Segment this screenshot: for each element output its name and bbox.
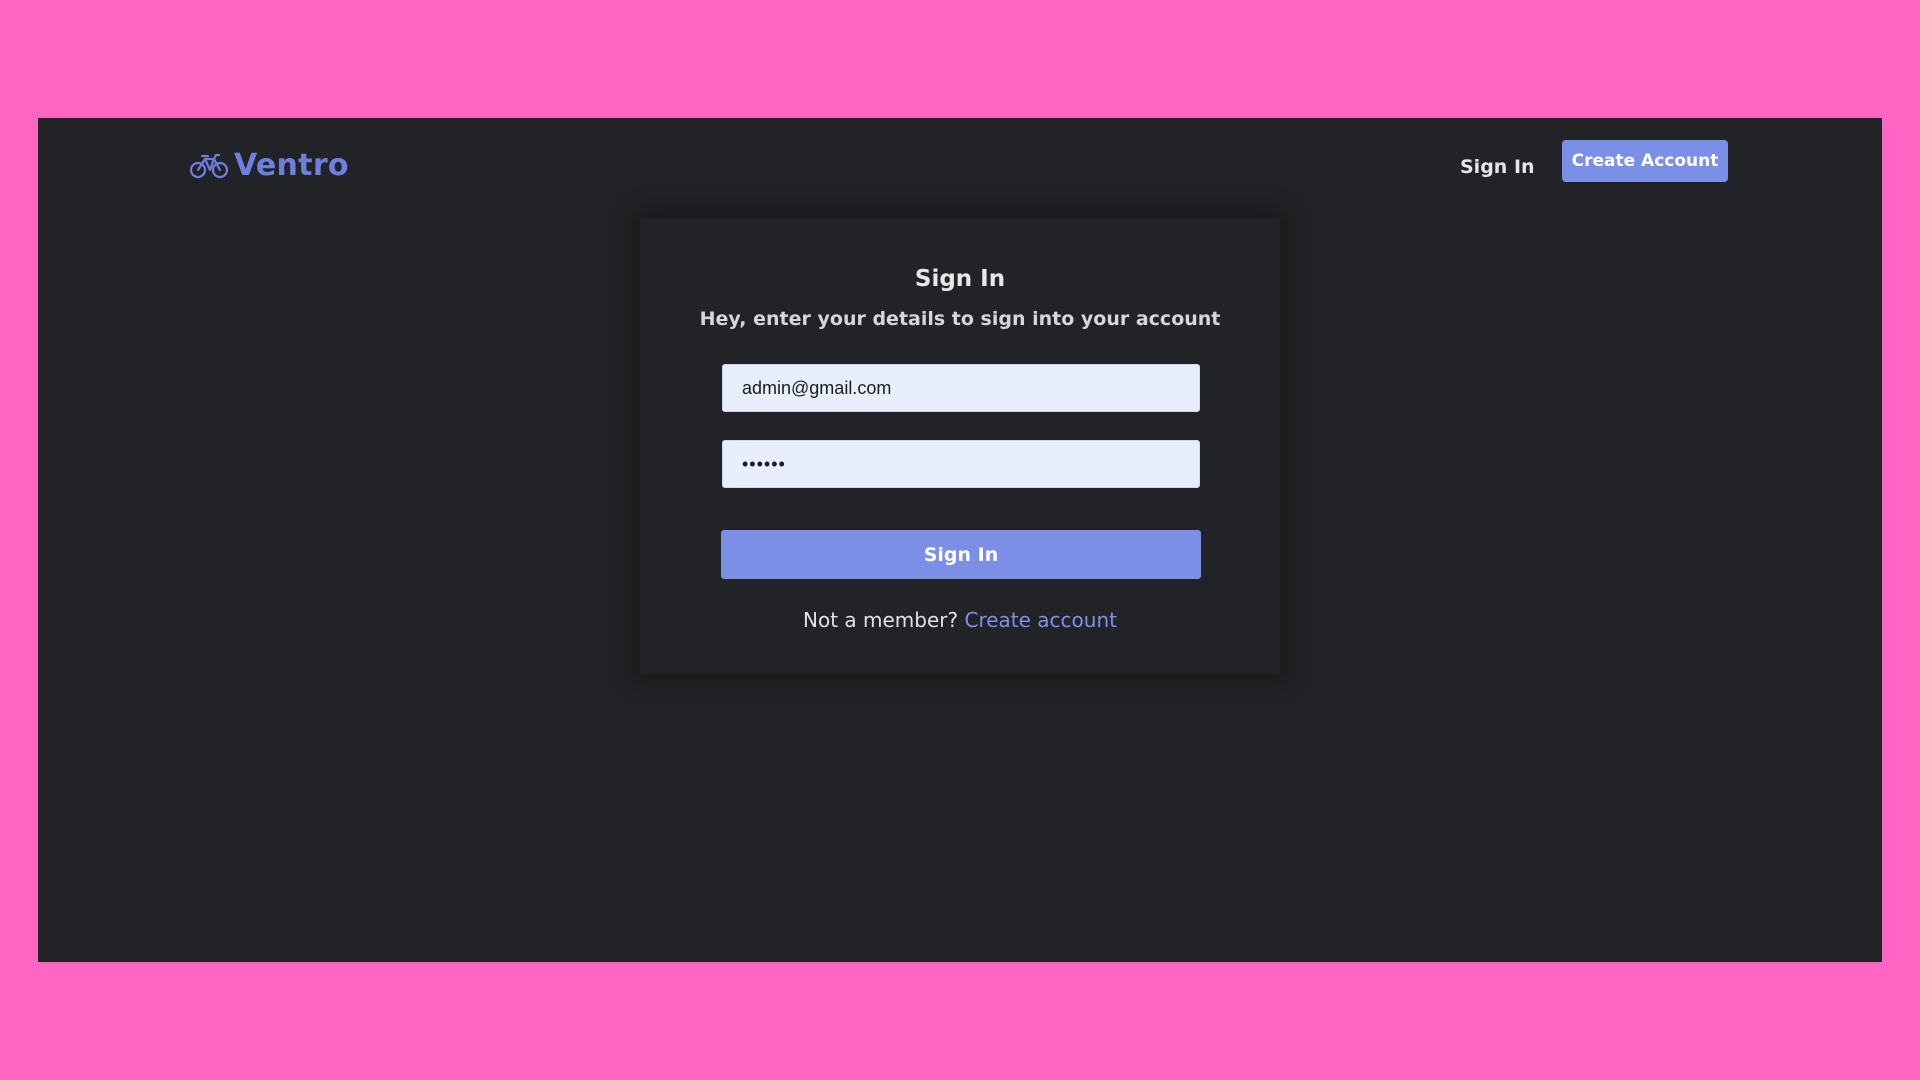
logo-text: Ventro	[234, 148, 349, 183]
signin-card: Sign In Hey, enter your details to sign …	[640, 218, 1280, 674]
bicycle-icon	[190, 153, 228, 179]
app-window: Ventro Sign In Create Account Sign In He…	[38, 118, 1882, 962]
create-account-button[interactable]: Create Account	[1562, 140, 1728, 182]
card-subtitle: Hey, enter your details to sign into you…	[699, 308, 1221, 330]
signup-prompt-text: Not a member?	[803, 608, 959, 632]
email-field[interactable]	[722, 364, 1200, 412]
signin-button[interactable]: Sign In	[721, 530, 1201, 579]
logo[interactable]: Ventro	[190, 148, 349, 183]
create-account-link[interactable]: Create account	[964, 608, 1117, 632]
password-field[interactable]	[722, 440, 1200, 488]
signup-prompt: Not a member? Create account	[640, 608, 1280, 632]
card-title: Sign In	[914, 266, 1006, 292]
nav-signin-link[interactable]: Sign In	[1460, 146, 1535, 188]
